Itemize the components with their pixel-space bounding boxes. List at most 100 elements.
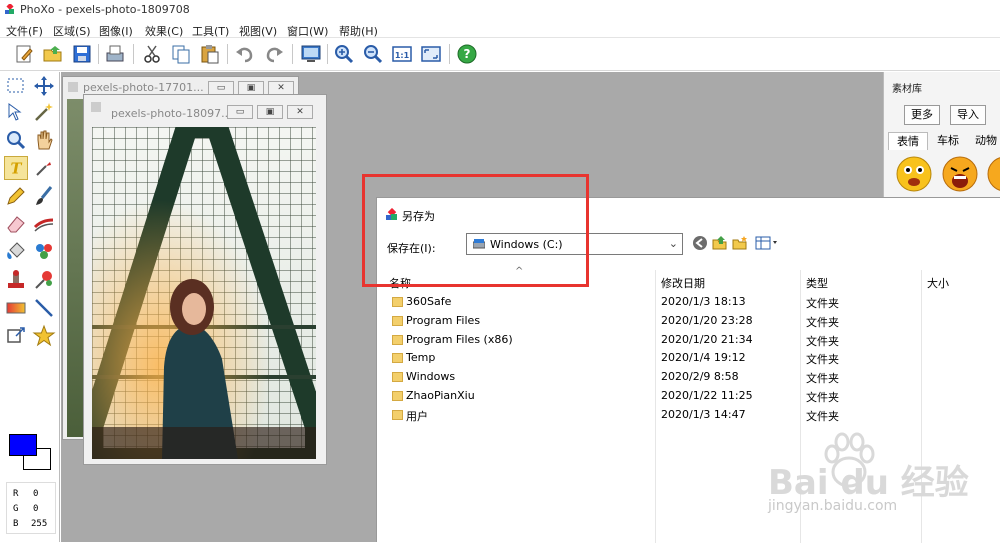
restore-button[interactable]: ▣: [238, 81, 264, 95]
file-name: 用户: [406, 410, 428, 423]
chevron-down-icon: ⌄: [668, 237, 678, 250]
select-lasso-icon[interactable]: [4, 100, 28, 124]
airbrush-icon[interactable]: [32, 240, 56, 264]
menu-tools[interactable]: 工具(T): [192, 23, 229, 39]
foreground-color-swatch[interactable]: [9, 434, 37, 456]
watermark-brand: Bai du 经验: [768, 463, 969, 503]
stamp-icon[interactable]: [4, 268, 28, 292]
scan-icon[interactable]: [104, 43, 126, 65]
material-library-panel: 素材库 更多 导入 表情 车标 动物: [883, 72, 1000, 197]
import-button[interactable]: 导入: [950, 105, 986, 125]
text-tool-icon[interactable]: T: [4, 156, 28, 180]
view-menu-icon[interactable]: [755, 235, 779, 251]
transform-icon[interactable]: [4, 324, 28, 348]
menu-effects[interactable]: 效果(C): [145, 23, 183, 39]
menu-file[interactable]: 文件(F): [6, 23, 43, 39]
paste-icon[interactable]: [199, 43, 221, 65]
svg-text:1:1: 1:1: [395, 51, 410, 60]
watermark-url: jingyan.baidu.com: [768, 498, 898, 514]
color-replace-icon[interactable]: [32, 268, 56, 292]
emoji-sticker-icon[interactable]: [940, 154, 980, 194]
column-divider: [655, 270, 656, 543]
file-type: 文件夹: [806, 353, 839, 366]
zoom-out-icon[interactable]: [362, 43, 384, 65]
svg-text:T: T: [11, 161, 23, 178]
shape-icon[interactable]: [32, 324, 56, 348]
restore-button[interactable]: ▣: [257, 105, 283, 119]
minimize-button[interactable]: ▭: [208, 81, 234, 95]
redo-icon[interactable]: [263, 43, 285, 65]
fit-window-icon[interactable]: [420, 43, 442, 65]
tab-animals[interactable]: 动物: [968, 132, 1000, 150]
document-title-front: pexels-photo-18097...: [111, 107, 232, 120]
toolbar-separator: [449, 44, 450, 64]
up-folder-icon[interactable]: [712, 235, 728, 251]
emoji-sticker-icon[interactable]: [894, 154, 934, 194]
tool-panel: T R 0 G 0 B 255: [0, 72, 60, 542]
file-name: Temp: [406, 351, 436, 364]
tab-car-logos[interactable]: 车标: [930, 132, 966, 150]
brush-icon[interactable]: [32, 184, 56, 208]
menu-region[interactable]: 区域(S): [53, 23, 91, 39]
menu-window[interactable]: 窗口(W): [287, 23, 328, 39]
menu-image[interactable]: 图像(I): [99, 23, 133, 39]
move-icon[interactable]: [32, 74, 56, 98]
back-icon[interactable]: [692, 235, 708, 251]
minimize-button[interactable]: ▭: [227, 105, 253, 119]
copy-icon[interactable]: [170, 43, 192, 65]
document-title-back: pexels-photo-17701...: [83, 81, 204, 94]
column-type[interactable]: 类型: [806, 275, 828, 291]
document-icon: [68, 82, 78, 92]
file-type: 文件夹: [806, 391, 839, 404]
magic-wand-icon[interactable]: [32, 100, 56, 124]
new-icon[interactable]: [13, 43, 35, 65]
column-size[interactable]: 大小: [927, 275, 949, 291]
screen-icon[interactable]: [300, 43, 322, 65]
rgb-b-value: 255: [31, 519, 48, 529]
close-button[interactable]: ✕: [287, 105, 313, 119]
undo-icon[interactable]: [234, 43, 256, 65]
rgb-g-label: G: [13, 504, 19, 514]
file-type: 文件夹: [806, 372, 839, 385]
file-type: 文件夹: [806, 410, 839, 423]
actual-size-icon[interactable]: 1:1: [391, 43, 413, 65]
file-date: 2020/1/20 21:34: [661, 333, 753, 346]
file-date: 2020/1/20 23:28: [661, 314, 753, 327]
file-date: 2020/1/3 18:13: [661, 295, 746, 308]
more-button[interactable]: 更多: [904, 105, 940, 125]
menu-help[interactable]: 帮助(H): [339, 23, 378, 39]
document-photo: [92, 127, 316, 459]
zoom-tool-icon[interactable]: [4, 128, 28, 152]
eyedropper-icon[interactable]: [32, 156, 56, 180]
hand-tool-icon[interactable]: [32, 128, 56, 152]
title-bar: PhoXo - pexels-photo-1809708: [0, 0, 1000, 20]
folder-icon: [392, 297, 403, 307]
emoji-sticker-icon[interactable]: [985, 154, 1000, 194]
pencil-icon[interactable]: [4, 184, 28, 208]
open-icon[interactable]: [42, 43, 64, 65]
menu-bar: 文件(F) 区域(S) 图像(I) 效果(C) 工具(T) 视图(V) 窗口(W…: [0, 20, 1000, 38]
line-icon[interactable]: [32, 296, 56, 320]
tab-emoji[interactable]: 表情: [888, 132, 928, 150]
file-type: 文件夹: [806, 297, 839, 310]
file-name: Windows: [406, 370, 456, 383]
fill-icon[interactable]: [4, 240, 28, 264]
cut-icon[interactable]: [141, 43, 163, 65]
select-rect-icon[interactable]: [4, 74, 28, 98]
folder-icon: [392, 410, 403, 420]
toolbar-separator: [327, 44, 328, 64]
file-name: 360Safe: [406, 295, 452, 308]
eraser-icon[interactable]: [4, 212, 28, 236]
clone-icon[interactable]: [32, 212, 56, 236]
save-icon[interactable]: [71, 43, 93, 65]
column-date[interactable]: 修改日期: [661, 275, 705, 291]
gradient-icon[interactable]: [4, 296, 28, 320]
menu-view[interactable]: 视图(V): [239, 23, 277, 39]
new-folder-icon[interactable]: [732, 235, 748, 251]
help-icon[interactable]: ?: [456, 43, 478, 65]
toolbar-separator: [98, 44, 99, 64]
zoom-in-icon[interactable]: [333, 43, 355, 65]
close-button[interactable]: ✕: [268, 81, 294, 95]
document-window-front[interactable]: pexels-photo-18097... ▭ ▣ ✕: [83, 94, 327, 465]
svg-text:?: ?: [464, 47, 471, 61]
